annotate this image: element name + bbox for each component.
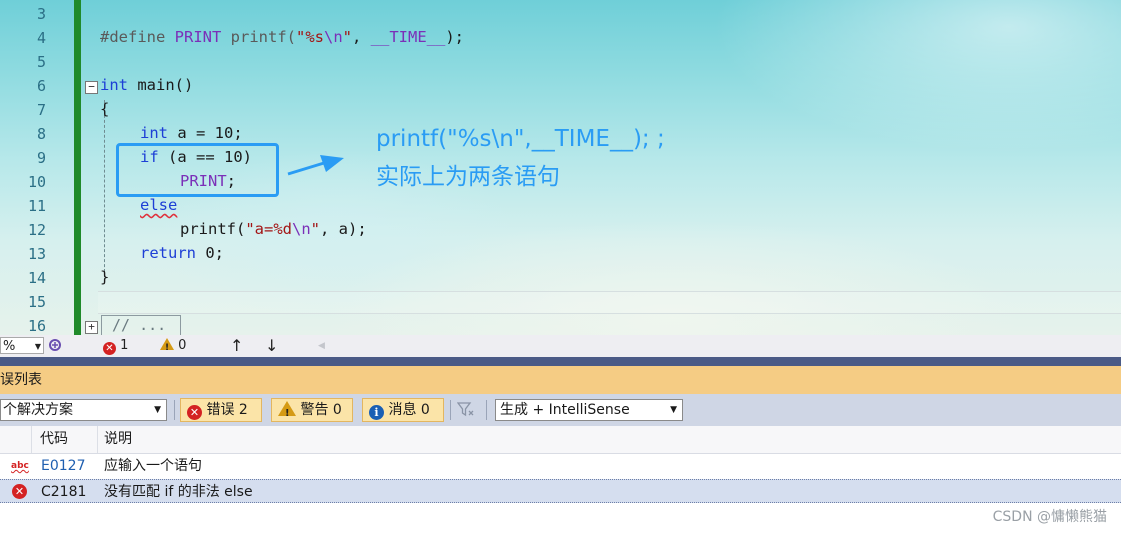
error-list-title: 误列表 — [0, 372, 42, 388]
error-code-link[interactable]: E0127 — [41, 454, 85, 478]
chevron-down-icon: ▼ — [34, 342, 41, 351]
line-number: 16 — [27, 317, 46, 335]
chevron-down-icon: ▼ — [670, 405, 677, 415]
next-issue-button[interactable]: ↓ — [265, 337, 278, 355]
warning-count-indicator[interactable]: 0 — [160, 337, 186, 357]
table-row[interactable]: abc E0127 应输入一个语句 — [0, 454, 1121, 478]
code-line-7[interactable]: { — [100, 100, 109, 118]
errors-filter-button[interactable]: ✕ 错误 2 — [180, 398, 262, 422]
expand-toggle[interactable]: + — [85, 321, 98, 334]
collapsed-region[interactable]: // ... — [101, 315, 181, 335]
code-line-8[interactable]: int a = 10; — [140, 124, 243, 142]
arrow-icon — [287, 155, 344, 176]
line-number: 11 — [27, 197, 46, 215]
error-count-indicator[interactable]: ✕ 1 — [103, 337, 128, 355]
error-code[interactable]: C2181 — [41, 480, 86, 504]
highlight-box — [116, 143, 279, 197]
zoom-dropdown[interactable]: % ▼ — [0, 337, 44, 354]
line-number: 9 — [36, 149, 46, 167]
toolbar-separator — [174, 400, 175, 420]
editor-status-bar: %▼ ✕ 1 0 ↑ ↓ ◀ — [0, 335, 1121, 357]
source-dropdown[interactable]: 生成 + IntelliSense ▼ — [495, 399, 683, 421]
chevron-down-icon: ▼ — [154, 405, 161, 415]
error-list-title-bar: 误列表 — [0, 366, 1121, 394]
toolbar-separator — [450, 400, 451, 420]
warning-icon — [278, 401, 296, 425]
code-line-14[interactable]: } — [100, 268, 109, 286]
line-number: 6 — [36, 77, 46, 95]
error-description: 应输入一个语句 — [104, 458, 202, 474]
code-line-11[interactable]: else — [140, 196, 177, 214]
line-number: 15 — [27, 293, 46, 311]
filter-icon[interactable] — [456, 401, 475, 423]
table-row[interactable]: ✕ C2181 没有匹配 if 的非法 else — [0, 479, 1121, 503]
column-header-code[interactable]: 代码 — [40, 426, 68, 453]
error-icon: ✕ — [187, 405, 202, 420]
panel-divider[interactable] — [0, 357, 1121, 366]
column-header-description[interactable]: 说明 — [104, 426, 132, 453]
column-divider[interactable] — [97, 426, 98, 453]
error-icon: ✕ — [103, 342, 116, 355]
spell-check-icon: abc — [11, 461, 29, 471]
line-number-gutter: 3 4 5 6 7 8 9 10 11 12 13 14 15 16 — [0, 0, 74, 335]
collapse-toggle[interactable]: − — [85, 81, 98, 94]
code-line-6[interactable]: int main() — [100, 76, 193, 94]
line-number: 14 — [27, 269, 46, 287]
scroll-left-icon[interactable]: ◀ — [318, 337, 325, 355]
warnings-filter-button[interactable]: 警告 0 — [271, 398, 353, 425]
annotation-text-line2: 实际上为两条语句 — [376, 164, 560, 190]
scope-dropdown[interactable]: 个解决方案 ▼ — [0, 399, 167, 421]
error-description: 没有匹配 if 的非法 else — [104, 484, 253, 500]
watermark: CSDN @慵懒熊猫 — [992, 509, 1107, 525]
line-number: 12 — [27, 221, 46, 239]
messages-filter-button[interactable]: i 消息 0 — [362, 398, 444, 422]
code-editor[interactable]: 3 4 5 6 7 8 9 10 11 12 13 14 15 16 #defi… — [0, 0, 1121, 335]
line-number: 8 — [36, 125, 46, 143]
line-number: 7 — [36, 101, 46, 119]
annotation-text-line1: printf("%s\n",__TIME__); ; — [376, 126, 665, 152]
column-divider[interactable] — [31, 426, 32, 453]
previous-issue-button[interactable]: ↑ — [230, 337, 243, 355]
error-list-toolbar: 个解决方案▼ ✕ 错误 2 警告 0 i 消息 0 生成 + IntelliSe… — [0, 394, 1121, 426]
info-icon: i — [369, 405, 384, 420]
line-number: 3 — [36, 5, 46, 23]
toolbar-separator — [486, 400, 487, 420]
line-number: 5 — [36, 53, 46, 71]
error-squiggle[interactable]: else — [140, 196, 177, 214]
change-tracking-bar — [74, 0, 81, 335]
warning-icon — [160, 338, 174, 357]
code-line-4[interactable]: #define PRINT printf("%s\n", __TIME__); — [100, 28, 464, 46]
error-list-header: 代码 说明 — [0, 426, 1121, 454]
current-line-highlight — [98, 291, 1121, 314]
fold-guide-line — [104, 100, 105, 282]
error-icon: ✕ — [12, 484, 27, 499]
code-line-13[interactable]: return 0; — [140, 244, 224, 262]
line-number: 13 — [27, 245, 46, 263]
code-line-12[interactable]: printf("a=%d\n", a); — [180, 220, 367, 238]
line-number: 10 — [27, 173, 46, 191]
line-number: 4 — [36, 29, 46, 47]
code-health-icon[interactable] — [48, 337, 64, 355]
